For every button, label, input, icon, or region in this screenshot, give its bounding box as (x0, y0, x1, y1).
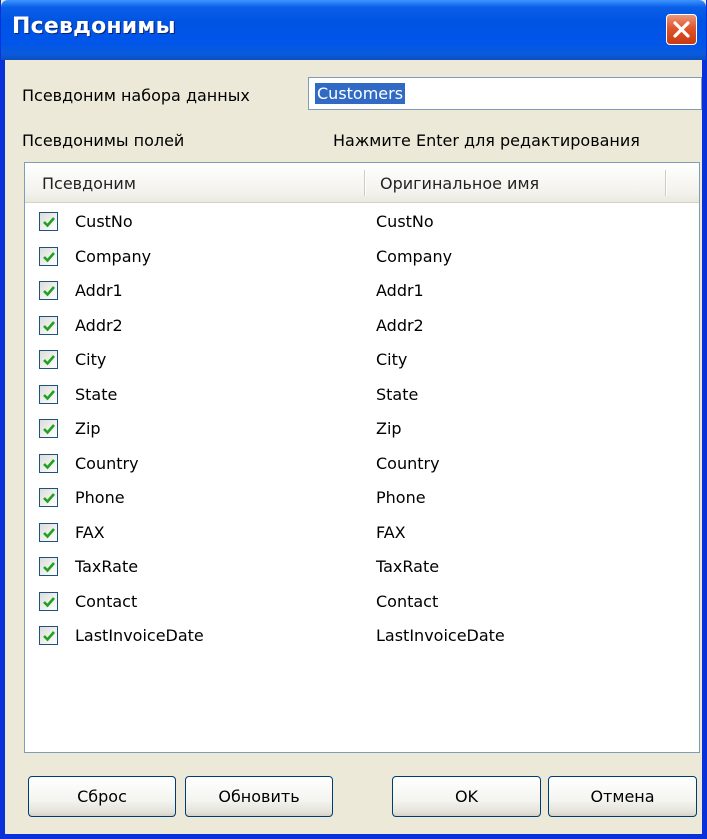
alias-cell[interactable]: LastInvoiceDate (75, 626, 204, 645)
row-checkbox[interactable] (39, 315, 58, 335)
column-header-original[interactable]: Оригинальное имя (380, 174, 539, 193)
window-frame-right (702, 60, 706, 839)
dataset-alias-input[interactable]: Customers (308, 77, 702, 110)
alias-cell[interactable]: FAX (75, 523, 105, 542)
checkmark-icon (43, 527, 55, 538)
close-icon (673, 21, 690, 38)
checkmark-icon (43, 458, 55, 469)
row-checkbox[interactable] (39, 419, 58, 438)
alias-cell[interactable]: Country (75, 454, 139, 473)
list-header: Псевдоним Оригинальное имя (25, 163, 699, 203)
table-row[interactable]: CustNo CustNo (25, 204, 699, 238)
checkmark-icon (43, 424, 55, 435)
column-divider[interactable] (364, 170, 366, 196)
alias-cell[interactable]: State (75, 385, 117, 404)
checkmark-icon (43, 596, 55, 607)
table-row[interactable]: Company Company (25, 239, 699, 273)
table-row[interactable]: Zip Zip (25, 411, 699, 445)
table-row[interactable]: Phone Phone (25, 480, 699, 514)
table-row[interactable]: Addr1 Addr1 (25, 273, 699, 307)
checkmark-icon (43, 286, 55, 297)
alias-cell[interactable]: TaxRate (75, 557, 138, 576)
original-name-cell: State (376, 384, 419, 404)
alias-cell[interactable]: CustNo (75, 212, 133, 231)
window-title: Псевдонимы (12, 14, 176, 39)
original-name-cell: LastInvoiceDate (376, 626, 505, 645)
field-aliases-label: Псевдонимы полей (22, 131, 185, 150)
checkmark-icon (43, 493, 55, 504)
original-name-cell: Addr1 (376, 281, 424, 300)
original-name-cell: Country (376, 453, 440, 473)
table-row[interactable]: Country Country (25, 446, 699, 480)
table-row[interactable]: State State (25, 377, 699, 411)
original-name-cell: Company (376, 246, 453, 266)
row-checkbox[interactable] (39, 281, 58, 300)
row-checkbox[interactable] (39, 557, 58, 576)
row-checkbox[interactable] (39, 350, 58, 369)
original-name-cell: City (376, 350, 408, 369)
alias-cell[interactable]: Contact (75, 592, 137, 611)
original-name-cell: Zip (376, 419, 402, 438)
row-checkbox[interactable] (39, 246, 58, 266)
ok-button[interactable]: OK (392, 776, 541, 817)
column-divider[interactable] (665, 170, 667, 196)
edit-hint: Нажмите Enter для редактирования (333, 131, 640, 150)
checkmark-icon (43, 355, 55, 366)
table-row[interactable]: Contact Contact (25, 584, 699, 618)
original-name-cell: Phone (376, 488, 426, 507)
alias-cell[interactable]: Company (75, 247, 151, 266)
alias-cell[interactable]: City (75, 350, 106, 369)
table-row[interactable]: TaxRate TaxRate (25, 549, 699, 583)
dataset-alias-value: Customers (315, 83, 406, 104)
row-checkbox[interactable] (39, 453, 58, 473)
checkmark-icon (43, 631, 55, 642)
alias-cell[interactable]: Phone (75, 488, 125, 507)
row-checkbox[interactable] (39, 522, 58, 542)
window-frame-bottom (1, 834, 707, 838)
field-aliases-list[interactable]: Псевдоним Оригинальное имя CustNo CustNo C… (24, 162, 700, 753)
aliases-dialog: Псевдонимы Псевдоним набора данных Custo… (0, 0, 707, 839)
window-frame-left (1, 60, 5, 839)
original-name-cell: FAX (376, 522, 406, 542)
reset-button[interactable]: Сброс (28, 776, 176, 817)
checkmark-icon (43, 320, 55, 331)
row-checkbox[interactable] (39, 212, 58, 231)
alias-cell[interactable]: Zip (75, 419, 101, 438)
checkmark-icon (43, 389, 55, 400)
checkmark-icon (43, 217, 55, 228)
dataset-alias-label: Псевдоним набора данных (22, 86, 250, 105)
original-name-cell: Addr2 (376, 315, 424, 335)
checkmark-icon (43, 251, 55, 262)
original-name-cell: CustNo (376, 212, 434, 231)
row-checkbox[interactable] (39, 488, 58, 507)
table-row[interactable]: Addr2 Addr2 (25, 308, 699, 342)
table-row[interactable]: LastInvoiceDate LastInvoiceDate (25, 618, 699, 652)
table-row[interactable]: FAX FAX (25, 515, 699, 549)
column-header-alias[interactable]: Псевдоним (42, 174, 136, 193)
original-name-cell: Contact (376, 591, 439, 611)
row-checkbox[interactable] (39, 384, 58, 404)
row-checkbox[interactable] (39, 626, 58, 645)
title-bar[interactable]: Псевдонимы (1, 0, 706, 60)
original-name-cell: TaxRate (376, 557, 440, 576)
table-row[interactable]: City City (25, 342, 699, 376)
alias-cell[interactable]: Addr1 (75, 281, 123, 300)
alias-cell[interactable]: Addr2 (75, 316, 123, 335)
update-button[interactable]: Обновить (185, 776, 333, 817)
close-button[interactable] (666, 14, 697, 45)
checkmark-icon (43, 562, 55, 573)
cancel-button[interactable]: Отмена (548, 776, 697, 817)
row-checkbox[interactable] (39, 591, 58, 611)
